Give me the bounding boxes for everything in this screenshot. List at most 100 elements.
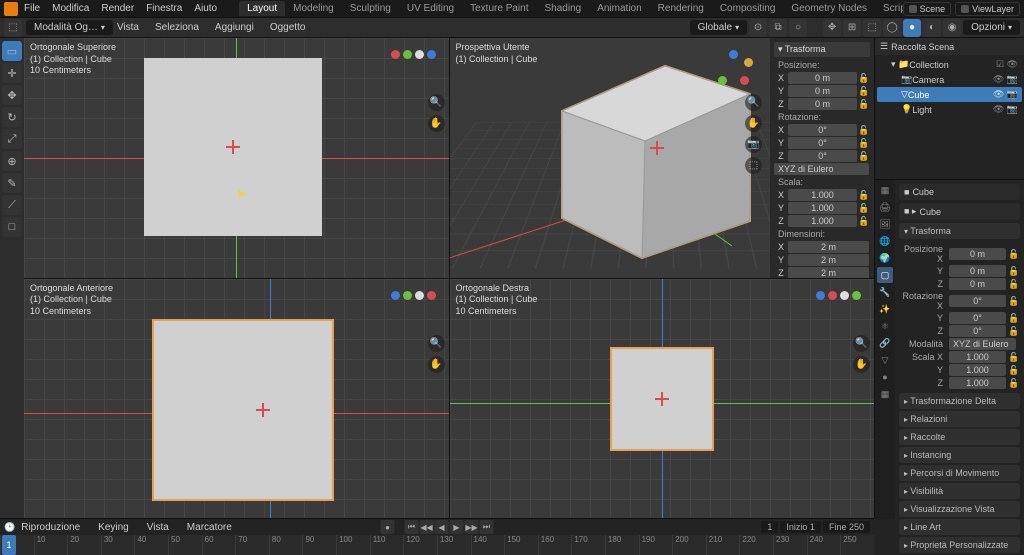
cube-front-view[interactable] xyxy=(152,319,334,501)
tree-camera[interactable]: 📷 Camera👁 📷 xyxy=(877,72,1022,87)
zoom-icon[interactable]: 🔍 xyxy=(428,94,445,111)
tool-annotate[interactable]: ✎ xyxy=(2,173,22,193)
lock-icon[interactable]: 🔓 xyxy=(1008,352,1018,363)
panel-motion-paths[interactable]: Percorsi di Movimento xyxy=(899,465,1020,481)
lock-icon[interactable]: 🔓 xyxy=(1008,249,1018,260)
tab-layout[interactable]: Layout xyxy=(239,1,285,16)
prev-key-icon[interactable]: ◀◀ xyxy=(420,520,434,534)
options-dropdown[interactable]: Opzioni xyxy=(963,20,1020,35)
lock-icon[interactable]: 🔓 xyxy=(858,99,870,110)
lock-icon[interactable]: 🔓 xyxy=(858,73,870,84)
panel-relations[interactable]: Relazioni xyxy=(899,411,1020,427)
lock-icon[interactable]: 🔓 xyxy=(1008,365,1018,376)
ptab-viewlayer[interactable]: 🖼 xyxy=(877,216,893,232)
jump-end-icon[interactable]: ⏭ xyxy=(480,520,494,534)
snap-icon[interactable]: ⧉ xyxy=(769,19,787,37)
lock-icon[interactable]: 🔓 xyxy=(1008,296,1018,307)
jump-start-icon[interactable]: ⏮ xyxy=(405,520,419,534)
prop-pos-x[interactable]: 0 m xyxy=(949,248,1006,260)
panel-lineart[interactable]: Line Art xyxy=(899,519,1020,535)
scene-selector[interactable]: Scene xyxy=(903,2,952,16)
autokey-icon[interactable]: ● xyxy=(381,520,395,534)
ptab-scene[interactable]: 🌐 xyxy=(877,233,893,249)
lock-icon[interactable]: 🔓 xyxy=(1008,313,1018,324)
tool-cursor[interactable]: ✛ xyxy=(2,63,22,83)
viewlayer-selector[interactable]: ViewLayer xyxy=(955,2,1020,16)
timeline-type-icon[interactable]: 🕒 xyxy=(4,522,15,533)
tab-rendering[interactable]: Rendering xyxy=(650,1,712,16)
lock-icon[interactable]: 🔓 xyxy=(858,138,870,149)
zoom-icon[interactable]: 🔍 xyxy=(428,335,445,352)
play-icon[interactable]: ▶ xyxy=(450,520,464,534)
rot-y-field[interactable]: 0° xyxy=(788,137,857,149)
outliner-type-icon[interactable]: ☰ xyxy=(880,41,888,52)
shading-material-icon[interactable]: ◐ xyxy=(923,19,941,37)
pan-icon[interactable]: ✋ xyxy=(428,115,445,132)
dim-y-field[interactable]: 2 m xyxy=(788,254,869,266)
tl-menu-keying[interactable]: Keying xyxy=(98,522,129,533)
ptab-render[interactable]: ▦ xyxy=(877,182,893,198)
panel-transform[interactable]: Trasforma xyxy=(899,223,1020,239)
mode-dropdown[interactable]: Modalità Og… xyxy=(26,20,113,35)
ptab-particles[interactable]: ✨ xyxy=(877,301,893,317)
orientation-dropdown[interactable]: Globale xyxy=(690,20,747,35)
lock-icon[interactable]: 🔓 xyxy=(858,190,870,201)
zoom-icon[interactable]: 🔍 xyxy=(745,94,762,111)
ptab-constraints[interactable]: 🔗 xyxy=(877,335,893,351)
ptab-output[interactable]: 🖨 xyxy=(877,199,893,215)
tab-sculpting[interactable]: Sculpting xyxy=(342,1,399,16)
lock-icon[interactable]: 🔓 xyxy=(858,216,870,227)
ptab-modifiers[interactable]: 🔧 xyxy=(877,284,893,300)
tab-modeling[interactable]: Modeling xyxy=(285,1,342,16)
pos-z-field[interactable]: 0 m xyxy=(788,98,857,110)
tl-menu-view[interactable]: Vista xyxy=(147,522,169,533)
xray-icon[interactable]: ⬚ xyxy=(863,19,881,37)
lock-icon[interactable]: 🔓 xyxy=(1008,378,1018,389)
panel-visibility[interactable]: Visibilità xyxy=(899,483,1020,499)
pan-icon[interactable]: ✋ xyxy=(428,356,445,373)
panel-instancing[interactable]: Instancing xyxy=(899,447,1020,463)
editor-type-icon[interactable]: ⬚ xyxy=(4,19,22,37)
panel-collections[interactable]: Raccolte xyxy=(899,429,1020,445)
pivot-icon[interactable]: ⊙ xyxy=(749,19,767,37)
next-key-icon[interactable]: ▶▶ xyxy=(465,520,479,534)
tree-light[interactable]: 💡 Light👁 📷 xyxy=(877,102,1022,117)
scale-x-field[interactable]: 1.000 xyxy=(788,189,857,201)
tab-uv-editing[interactable]: UV Editing xyxy=(399,1,462,16)
menu-render[interactable]: Render xyxy=(101,3,134,14)
menu-edit[interactable]: Modifica xyxy=(52,3,89,14)
shading-wireframe-icon[interactable]: ◯ xyxy=(883,19,901,37)
ptab-world[interactable]: 🌍 xyxy=(877,250,893,266)
lock-icon[interactable]: 🔓 xyxy=(1008,266,1018,277)
nav-gizmo[interactable] xyxy=(816,289,860,303)
current-frame-field[interactable]: 1 xyxy=(761,521,778,533)
shading-solid-icon[interactable]: ● xyxy=(903,19,921,37)
gizmo-toggle-icon[interactable]: ✥ xyxy=(823,19,841,37)
viewport-right[interactable]: Ortogonale Destra (1) Collection | Cube … xyxy=(450,279,875,519)
dim-x-field[interactable]: 2 m xyxy=(788,241,869,253)
header-view[interactable]: Vista xyxy=(117,22,139,33)
tab-texture-paint[interactable]: Texture Paint xyxy=(462,1,536,16)
tool-measure[interactable]: ⟋ xyxy=(2,195,22,215)
tree-collection[interactable]: ▾ 📁 Collection☑ 👁 xyxy=(877,57,1022,72)
prop-rot-mode[interactable]: XYZ di Eulero xyxy=(949,338,1016,350)
lock-icon[interactable]: 🔓 xyxy=(858,125,870,136)
tool-rotate[interactable]: ↻ xyxy=(2,107,22,127)
ptab-data[interactable]: ▽ xyxy=(877,352,893,368)
lock-icon[interactable]: 🔓 xyxy=(1008,279,1018,290)
viewport-perspective[interactable]: Prospettiva Utente (1) Collection | Cube… xyxy=(450,38,875,278)
header-object[interactable]: Oggetto xyxy=(270,22,306,33)
ptab-object[interactable]: ▢ xyxy=(877,267,893,283)
lock-icon[interactable]: 🔓 xyxy=(1008,326,1018,337)
viewport-top[interactable]: ➤ Ortogonale Superiore (1) Collection | … xyxy=(24,38,449,278)
playhead[interactable]: 1 xyxy=(2,535,16,555)
menu-file[interactable]: File xyxy=(24,3,40,14)
panel-custom-props[interactable]: Proprietà Personalizzate xyxy=(899,537,1020,553)
tab-animation[interactable]: Animation xyxy=(589,1,649,16)
pos-x-field[interactable]: 0 m xyxy=(788,72,857,84)
overlays-icon[interactable]: ⊞ xyxy=(843,19,861,37)
prop-scale-x[interactable]: 1.000 xyxy=(949,351,1006,363)
lock-icon[interactable]: 🔓 xyxy=(858,86,870,97)
prop-pos-y[interactable]: 0 m xyxy=(949,265,1006,277)
dim-z-field[interactable]: 2 m xyxy=(788,267,869,278)
